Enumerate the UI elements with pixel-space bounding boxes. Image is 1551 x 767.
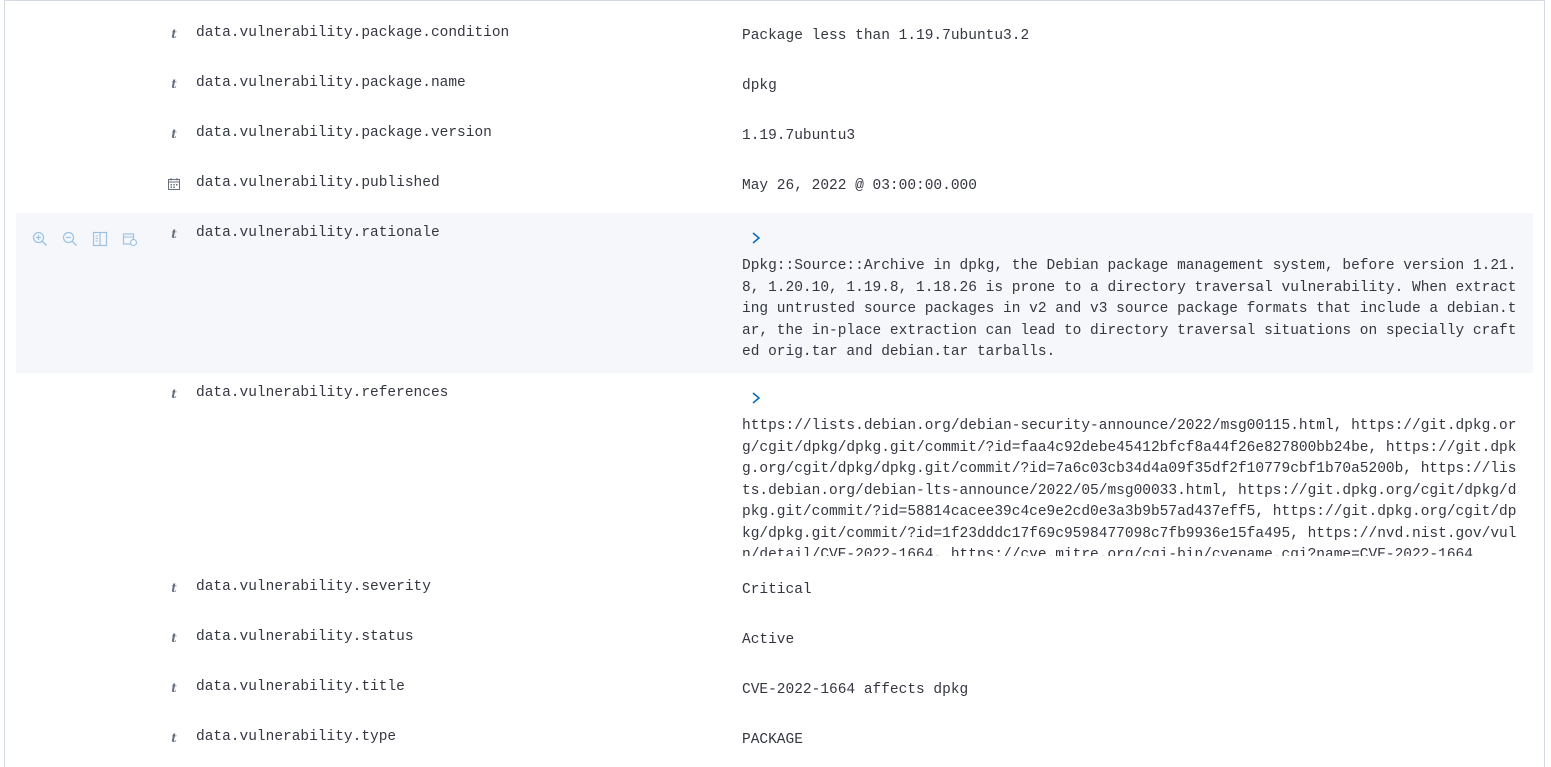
table-row: t data.vulnerability.title CVE-2022-1664… [16,673,1533,717]
table-row: t data.vulnerability.package.name dpkg [16,69,1533,113]
field-name: data.vulnerability.package.condition [196,25,510,41]
field-name: data.vulnerability.package.version [196,125,492,141]
table-row: t data.vulnerability.references https://… [16,373,1533,563]
table-row: t data.vulnerability.status Active [16,623,1533,667]
field-name: data.vulnerability.rationale [196,225,440,241]
expand-value-chevron-icon[interactable] [748,390,764,406]
calendar-icon [166,176,182,192]
field-value: Active [742,632,795,648]
table-row-hovered[interactable]: t data.vulnerability.rationale Dpkg::Sou… [16,213,1533,373]
field-value: dpkg [742,78,777,94]
field-name: data.vulnerability.status [196,629,414,645]
table-row: t data.vulnerability.severity Critical [16,573,1533,617]
string-type-icon: t [171,77,177,91]
field-name: data.vulnerability.title [196,679,405,695]
field-name: data.vulnerability.type [196,729,397,745]
field-value: CVE-2022-1664 affects dpkg [742,682,969,698]
filter-exists-icon[interactable] [121,230,139,248]
field-value: Dpkg::Source::Archive in dpkg, the Debia… [742,258,1517,360]
field-value: https://lists.debian.org/debian-security… [742,418,1517,556]
string-type-icon: t [171,387,177,401]
table-row: t data.vulnerability.package.version 1.1… [16,119,1533,163]
zoom-in-icon[interactable] [31,230,49,248]
field-value: Package less than 1.19.7ubuntu3.2 [742,28,1030,44]
string-type-icon: t [171,127,177,141]
document-details-panel: t data.vulnerability.package.condition P… [4,0,1545,767]
table-row: data.vulnerability.published May 26, 202… [16,169,1533,213]
field-name: data.vulnerability.package.name [196,75,466,91]
field-name: data.vulnerability.published [196,175,440,191]
table-row: t data.vulnerability.package.condition P… [16,19,1533,63]
field-value: PACKAGE [742,732,803,748]
string-type-icon: t [171,731,177,745]
field-value: Critical [742,582,812,598]
table-row: t data.vulnerability.type PACKAGE [16,723,1533,767]
field-value: 1.19.7ubuntu3 [742,128,856,144]
string-type-icon: t [171,631,177,645]
zoom-out-icon[interactable] [61,230,79,248]
string-type-icon: t [171,581,177,595]
field-value: May 26, 2022 @ 03:00:00.000 [742,178,977,194]
string-type-icon: t [171,681,177,695]
row-actions [31,230,139,248]
string-type-icon: t [171,227,177,241]
field-name: data.vulnerability.references [196,385,449,401]
field-name: data.vulnerability.severity [196,579,431,595]
string-type-icon: t [171,27,177,41]
column-toggle-icon[interactable] [91,230,109,248]
expand-value-chevron-icon[interactable] [748,230,764,246]
